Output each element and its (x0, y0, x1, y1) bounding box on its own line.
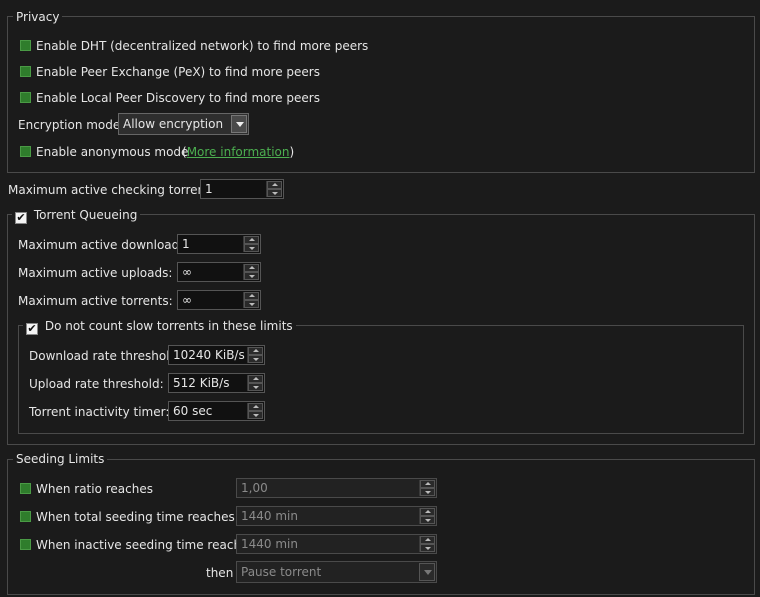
chevron-down-icon[interactable] (231, 115, 247, 133)
upload-rate-threshold-spinbox[interactable]: 512 KiB/s (168, 373, 265, 393)
anonymous-mode-label: Enable anonymous mode (36, 145, 189, 159)
download-rate-threshold-label: Download rate threshold: (29, 349, 182, 363)
max-torrents-spinbox[interactable]: ∞ (177, 290, 261, 310)
then-label: then (206, 566, 234, 580)
spin-up-icon[interactable] (248, 347, 263, 355)
spin-arrows (247, 375, 263, 391)
more-information-link[interactable]: More information (187, 145, 290, 159)
spin-arrows (419, 508, 435, 524)
seeding-action-value: Pause torrent (241, 565, 322, 579)
checking-torrents-value: 1 (205, 182, 213, 196)
spin-down-icon[interactable] (420, 544, 435, 552)
max-uploads-spinbox[interactable]: ∞ (177, 262, 261, 282)
total-seeding-time-spinbox[interactable]: 1440 min (236, 506, 437, 526)
max-downloads-spinbox[interactable]: 1 (177, 234, 261, 254)
torrent-queueing-title: Torrent Queueing (33, 208, 138, 222)
chevron-down-icon[interactable] (419, 563, 435, 581)
seeding-limits-title: Seeding Limits (13, 452, 108, 466)
slow-torrents-header: ✔ Do not count slow torrents in these li… (23, 319, 296, 335)
ratio-spinbox[interactable]: 1,00 (236, 478, 437, 498)
upload-rate-threshold-label: Upload rate threshold: (29, 377, 164, 391)
encryption-mode-value: Allow encryption (123, 117, 224, 131)
spin-arrows (419, 536, 435, 552)
spin-arrows (266, 181, 282, 197)
spin-up-icon[interactable] (244, 236, 259, 244)
torrent-queueing-checkbox[interactable]: ✔ (15, 212, 27, 224)
inactivity-timer-label: Torrent inactivity timer: (29, 405, 170, 419)
spin-down-icon[interactable] (248, 383, 263, 391)
inactivity-timer-value: 60 sec (173, 404, 213, 418)
spin-arrows (419, 480, 435, 496)
spin-down-icon[interactable] (267, 189, 282, 197)
spin-up-icon[interactable] (420, 480, 435, 488)
spin-up-icon[interactable] (248, 375, 263, 383)
lpd-label: Enable Local Peer Discovery to find more… (36, 91, 320, 105)
download-rate-threshold-value: 10240 KiB/s (173, 348, 245, 362)
spin-down-icon[interactable] (244, 244, 259, 252)
spin-down-icon[interactable] (244, 272, 259, 280)
spin-arrows (243, 292, 259, 308)
ratio-checkbox[interactable] (20, 483, 31, 494)
checking-torrents-label: Maximum active checking torrents: (8, 183, 221, 197)
lpd-checkbox[interactable] (20, 92, 31, 103)
more-info-close-paren: ) (289, 145, 295, 159)
spin-up-icon[interactable] (244, 292, 259, 300)
ratio-label: When ratio reaches (36, 482, 153, 496)
max-uploads-label: Maximum active uploads: (18, 266, 173, 280)
spin-up-icon[interactable] (420, 508, 435, 516)
privacy-title: Privacy (13, 10, 63, 24)
spin-arrows (247, 403, 263, 419)
inactive-seeding-time-value: 1440 min (241, 537, 298, 551)
encryption-mode-label: Encryption mode: (18, 118, 125, 132)
total-seeding-time-label: When total seeding time reaches (36, 510, 235, 524)
spin-up-icon[interactable] (420, 536, 435, 544)
download-rate-threshold-spinbox[interactable]: 10240 KiB/s (168, 345, 265, 365)
spin-down-icon[interactable] (244, 300, 259, 308)
ratio-value: 1,00 (241, 481, 268, 495)
torrent-queueing-header: ✔ Torrent Queueing (12, 208, 141, 224)
slow-torrents-title: Do not count slow torrents in these limi… (44, 319, 293, 333)
total-seeding-time-value: 1440 min (241, 509, 298, 523)
total-seeding-time-checkbox[interactable] (20, 511, 31, 522)
spin-arrows (243, 264, 259, 280)
pex-checkbox[interactable] (20, 66, 31, 77)
spin-arrows (243, 236, 259, 252)
inactive-seeding-time-label: When inactive seeding time reaches (36, 538, 255, 552)
spin-arrows (247, 347, 263, 363)
max-torrents-value: ∞ (182, 293, 192, 307)
max-torrents-label: Maximum active torrents: (18, 294, 173, 308)
seeding-action-select[interactable]: Pause torrent (236, 561, 437, 583)
inactivity-timer-spinbox[interactable]: 60 sec (168, 401, 265, 421)
spin-down-icon[interactable] (248, 355, 263, 363)
spin-up-icon[interactable] (248, 403, 263, 411)
upload-rate-threshold-value: 512 KiB/s (173, 376, 230, 390)
inactive-seeding-time-checkbox[interactable] (20, 539, 31, 550)
dht-label: Enable DHT (decentralized network) to fi… (36, 39, 369, 53)
spin-up-icon[interactable] (244, 264, 259, 272)
spin-down-icon[interactable] (248, 411, 263, 419)
max-downloads-label: Maximum active downloads: (18, 238, 190, 252)
more-information: (More information) (182, 145, 294, 159)
max-uploads-value: ∞ (182, 265, 192, 279)
anonymous-mode-checkbox[interactable] (20, 146, 31, 157)
max-downloads-value: 1 (182, 237, 190, 251)
spin-down-icon[interactable] (420, 488, 435, 496)
pex-label: Enable Peer Exchange (PeX) to find more … (36, 65, 320, 79)
encryption-mode-select[interactable]: Allow encryption (118, 113, 249, 135)
dht-checkbox[interactable] (20, 40, 31, 51)
checking-torrents-spinbox[interactable]: 1 (200, 179, 284, 199)
inactive-seeding-time-spinbox[interactable]: 1440 min (236, 534, 437, 554)
spin-down-icon[interactable] (420, 516, 435, 524)
spin-up-icon[interactable] (267, 181, 282, 189)
slow-torrents-checkbox[interactable]: ✔ (26, 323, 38, 335)
